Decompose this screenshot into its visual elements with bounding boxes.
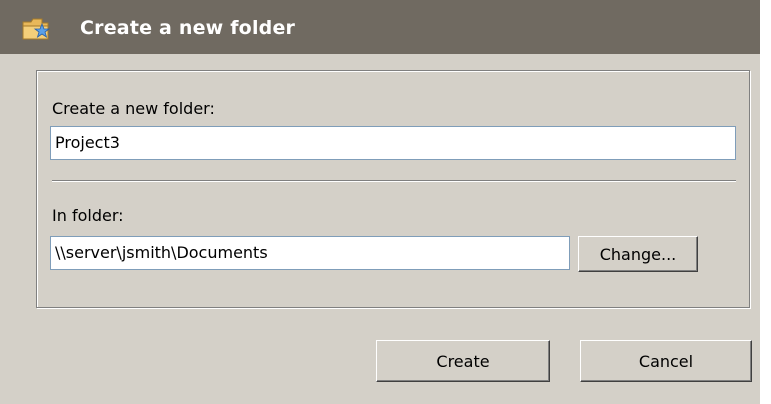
- create-button[interactable]: Create: [376, 340, 550, 382]
- create-folder-dialog: Create a new folder Create a new folder:…: [0, 0, 760, 404]
- in-folder-label: In folder:: [52, 206, 124, 225]
- cancel-button[interactable]: Cancel: [580, 340, 752, 382]
- in-folder-path-input[interactable]: \\server\jsmith\Documents: [50, 236, 570, 270]
- background-strip: [760, 0, 771, 404]
- new-folder-label: Create a new folder:: [52, 99, 215, 118]
- new-folder-name-input[interactable]: Project3: [50, 126, 736, 160]
- window-title: Create a new folder: [80, 17, 296, 39]
- title-bar[interactable]: Create a new folder: [0, 0, 760, 54]
- change-button[interactable]: Change...: [578, 236, 698, 272]
- folder-star-icon: [22, 18, 50, 40]
- separator: [52, 180, 736, 182]
